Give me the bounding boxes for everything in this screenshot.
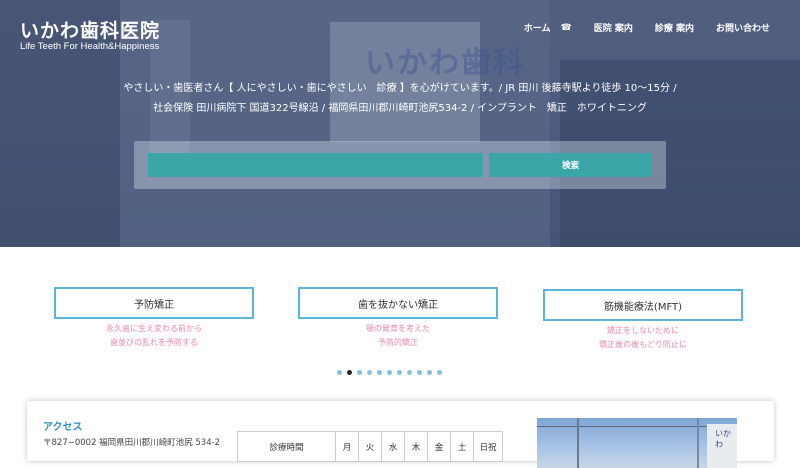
carousel-dot[interactable] (347, 370, 352, 375)
table-header-cell: 木 (404, 431, 428, 462)
carousel-dots (337, 370, 442, 375)
search-button[interactable]: 検索 (489, 153, 652, 177)
search-panel: 検索 (134, 141, 666, 189)
site-title[interactable]: いかわ歯科医院 (20, 16, 160, 43)
table-header-cell: 診療時間 (237, 431, 336, 462)
photo-detail (697, 418, 699, 468)
carousel-dot[interactable] (417, 370, 422, 375)
nav-item-contact[interactable]: お問い合わせ (716, 21, 770, 34)
hero-banner: いかわ歯科 いかわ歯科医院 Life Teeth For Health&Happ… (0, 0, 800, 247)
nav-item-label: ホーム (523, 24, 551, 34)
access-section: アクセス 〒827−0002 福岡県田川郡川崎町池尻 534-2 診療時間 月 … (27, 401, 774, 468)
phone-icon: ☎ (560, 22, 572, 33)
carousel-dot[interactable] (437, 370, 442, 375)
hours-table: 診療時間 月 火 水 木 金 土 日祝 (237, 431, 503, 462)
carousel-dot[interactable] (367, 370, 372, 375)
main-nav: ホーム ☎ 医院 案内 診療 案内 お問い合わせ (523, 21, 770, 35)
search-input[interactable] (148, 153, 483, 177)
table-header-cell: 月 (335, 431, 359, 462)
card-desc: 矯正後の後もどり防止に (599, 340, 687, 349)
card-non-extraction-orthodontics[interactable]: 歯を抜かない矯正 顎の発育を考えた 予防的矯正 (298, 287, 498, 348)
card-desc: 永久歯に生え変わる前から (106, 324, 202, 333)
photo-sign: いかわ (715, 429, 731, 449)
table-header-cell: 火 (358, 431, 382, 462)
carousel-dot[interactable] (397, 370, 402, 375)
card-mft[interactable]: 筋機能療法(MFT) 矯正をしないために 矯正後の後もどり防止に (543, 289, 743, 350)
photo-detail (577, 418, 579, 468)
card-title[interactable]: 予防矯正 (54, 287, 254, 319)
hero-line-2: 社会保険 田川病院下 国道322号線沿 / 福岡県田川郡川崎町池尻534-2 /… (153, 103, 647, 114)
table-header-cell: 金 (427, 431, 451, 462)
carousel-dot[interactable] (387, 370, 392, 375)
table-header-cell: 土 (450, 431, 474, 462)
carousel-dot[interactable] (357, 370, 362, 375)
site-subtitle: Life Teeth For Health&Happiness (20, 41, 160, 52)
carousel-dot[interactable] (377, 370, 382, 375)
carousel-dot[interactable] (407, 370, 412, 375)
card-desc: 矯正をしないために (607, 326, 679, 335)
hero-description: やさしい・歯医者さん【 人にやさしい・歯にやさしい 診療 】を心がけています。/… (0, 79, 800, 119)
nav-item-home[interactable]: ホーム ☎ (523, 21, 572, 35)
card-title[interactable]: 歯を抜かない矯正 (298, 287, 498, 319)
table-header-cell: 日祝 (473, 431, 503, 462)
card-preventive-orthodontics[interactable]: 予防矯正 永久歯に生え変わる前から 歯並びの乱れを予防する (54, 287, 254, 348)
card-desc: 顎の発育を考えた (366, 324, 430, 333)
hero-line-1: やさしい・歯医者さん【 人にやさしい・歯にやさしい 診療 】を心がけています。/… (123, 83, 677, 94)
carousel-dot[interactable] (337, 370, 342, 375)
card-desc: 歯並びの乱れを予防する (110, 338, 198, 347)
card-desc: 予防的矯正 (378, 338, 418, 347)
access-address: 〒827−0002 福岡県田川郡川崎町池尻 534-2 (43, 438, 221, 448)
table-row: 診療時間 月 火 水 木 金 土 日祝 (237, 431, 503, 462)
access-title: アクセス (43, 422, 83, 433)
clinic-photo: いかわ (537, 418, 737, 468)
table-header-cell: 水 (381, 431, 405, 462)
nav-item-treatment-info[interactable]: 診療 案内 (655, 21, 694, 34)
nav-item-clinic-info[interactable]: 医院 案内 (594, 21, 633, 34)
card-title[interactable]: 筋機能療法(MFT) (543, 289, 743, 321)
carousel-dot[interactable] (427, 370, 432, 375)
